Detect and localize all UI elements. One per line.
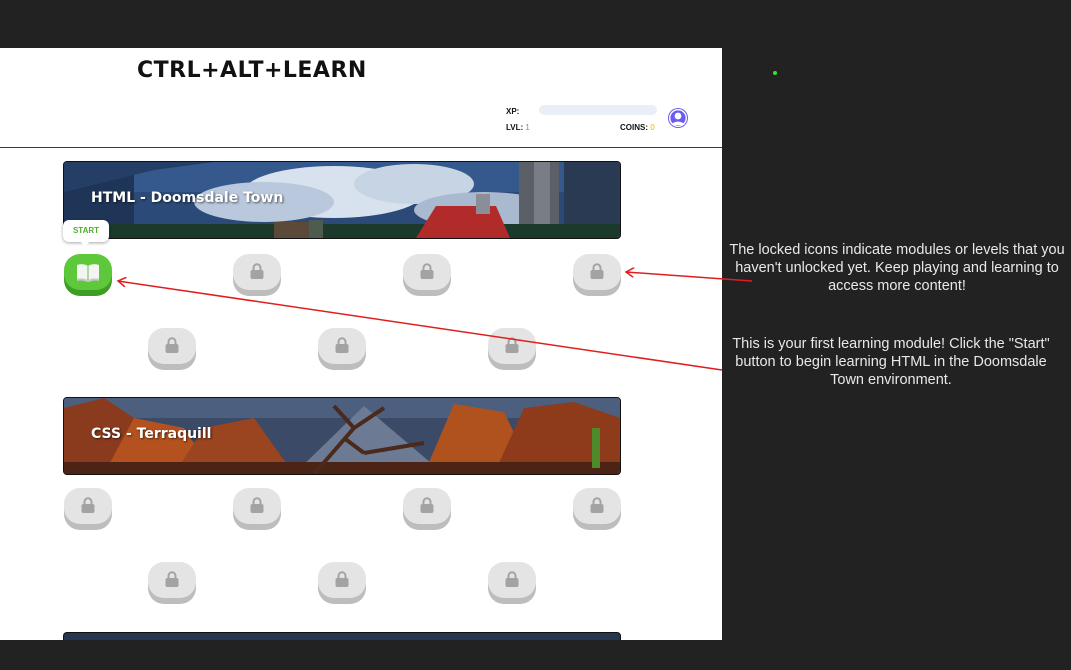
arrow-to-lock <box>626 272 753 282</box>
annotation-arrows <box>0 0 753 371</box>
arrow-to-start <box>118 281 723 371</box>
